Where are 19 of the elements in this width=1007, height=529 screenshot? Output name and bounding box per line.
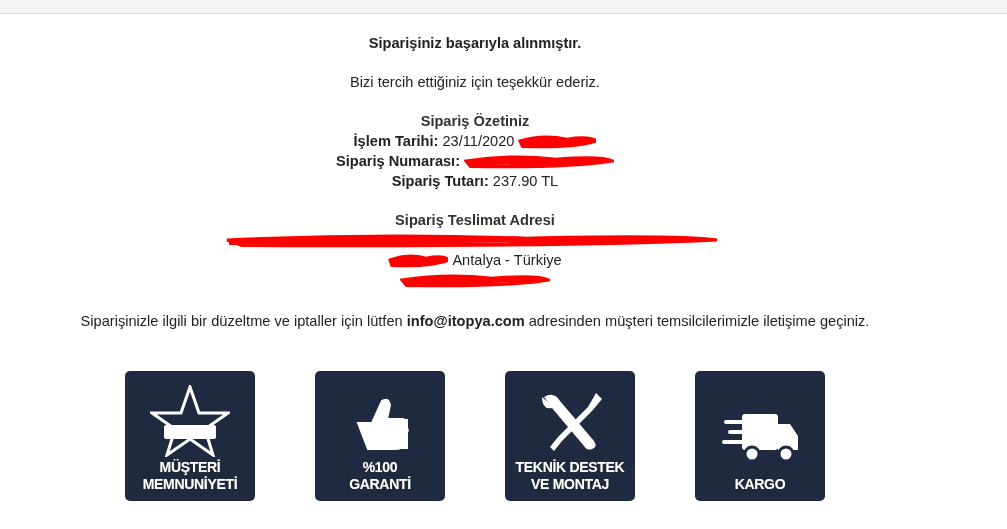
- thanks-message: Bizi tercih ettiğiniz için teşekkür ederiz.: [350, 73, 600, 92]
- field-label: İşlem Tarihi:: [353, 132, 439, 151]
- summary-title: Sipariş Özetiniz: [420, 112, 530, 131]
- address-title: Sipariş Teslimat Adresi: [395, 211, 555, 230]
- field-label: Sipariş Numarası:: [335, 152, 461, 171]
- badge-label: KARGO: [734, 476, 786, 493]
- badge-label: MEMNUNİYETİ: [142, 476, 238, 493]
- address-line: Antalya - Türkiye: [452, 251, 562, 270]
- success-message: Siparişiniz başarıyla alınmıştır.: [368, 34, 582, 53]
- badge-label: VE MONTAJ: [531, 476, 609, 493]
- field-value: 237.90 TL: [492, 172, 559, 191]
- badge-label: %100: [362, 459, 398, 476]
- badge-label: TEKNİK DESTEK: [515, 459, 625, 476]
- star-icon: [150, 385, 230, 457]
- field-value: 23/11/2020: [442, 132, 515, 151]
- field-label: Sipariş Tutarı:: [391, 172, 489, 191]
- contact-note: Siparişinizle ilgili bir düzeltme ve iptaller için lütfen info@itopya.com adresinden müşteri temsilcilerimizle iletişime geçiniz.: [80, 312, 870, 331]
- badge-label: MÜŞTERİ: [159, 459, 221, 476]
- badge-label: GARANTİ: [349, 476, 411, 493]
